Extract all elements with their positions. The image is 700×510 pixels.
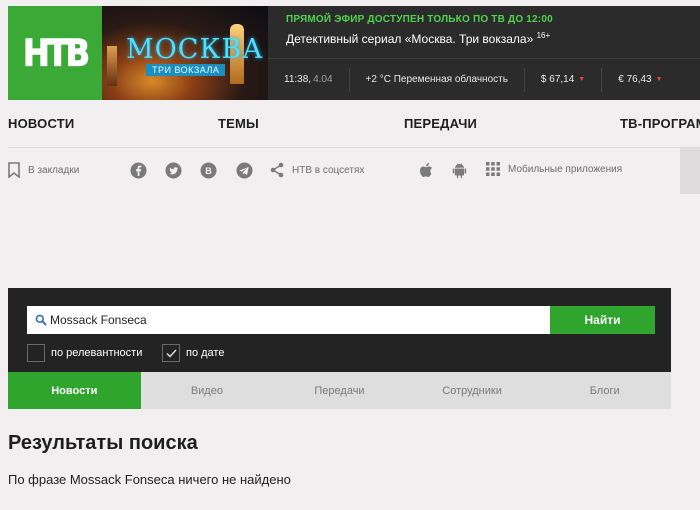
twitter-link[interactable] <box>165 162 182 179</box>
ntv-social-link[interactable]: НТВ в соцсетях <box>270 162 364 178</box>
mobile-apps-link[interactable]: Мобильные приложения <box>486 162 622 176</box>
facebook-link[interactable] <box>130 162 147 179</box>
datetime: 11:38, 4.04 <box>268 67 350 92</box>
search-icon <box>35 314 47 326</box>
grid-icon <box>486 162 500 176</box>
twitter-icon <box>165 162 182 179</box>
live-show: Детективный сериал «Москва. Три вокзала»… <box>286 31 553 46</box>
telegram-icon <box>236 162 253 179</box>
search-button[interactable]: Найти <box>550 306 655 334</box>
time: 11:38, <box>284 74 312 85</box>
info-bar: 11:38, 4.04 +2 °C Переменная облачность … <box>268 58 700 100</box>
tab-video[interactable]: Видео <box>141 372 274 409</box>
social-row: В закладки В НТВ в соцсетях Мобильные пр… <box>8 150 680 194</box>
eur-text: € 76,43 <box>618 74 652 85</box>
usd-text: $ 67,14 <box>540 74 575 85</box>
promo-title: МОСКВА <box>126 34 264 65</box>
live-show-title: Детективный сериал «Москва. Три вокзала» <box>286 32 534 46</box>
option-relevance[interactable]: по релевантности <box>27 344 142 362</box>
usd-down-icon: ▼ <box>578 76 586 83</box>
apple-icon <box>420 163 432 177</box>
tab-news[interactable]: Новости <box>8 372 141 409</box>
eur-down-icon: ▼ <box>655 76 663 83</box>
live-block[interactable]: ПРЯМОЙ ЭФИР ДОСТУПЕН ТОЛЬКО ПО ТВ ДО 12:… <box>286 14 553 46</box>
check-icon <box>165 348 177 358</box>
result-tabs: Новости Видео Передачи Сотрудники Блоги <box>8 372 671 409</box>
tab-shows[interactable]: Передачи <box>273 372 406 409</box>
facebook-icon <box>130 162 147 179</box>
apple-app-link[interactable] <box>418 162 433 179</box>
age-rating: 16+ <box>536 31 551 40</box>
date-checkbox[interactable] <box>162 344 180 362</box>
share-icon <box>270 162 284 178</box>
site-header: НТВ МОСКВА ТРИ ВОКЗАЛА ПРЯМОЙ ЭФИР ДОСТУ… <box>8 6 700 100</box>
ntv-social-label: НТВ в соцсетях <box>292 164 365 176</box>
mobile-apps-label: Мобильные приложения <box>508 163 623 175</box>
results-title: Результаты поиска <box>8 432 198 454</box>
nav-tv-program[interactable]: ТВ-ПРОГРАММА <box>620 116 700 131</box>
nav-shows[interactable]: ПЕРЕДАЧИ <box>404 116 477 131</box>
vk-icon: В <box>200 162 217 179</box>
weather-text: +2 °C Переменная облачность <box>365 74 508 85</box>
live-label: ПРЯМОЙ ЭФИР ДОСТУПЕН ТОЛЬКО ПО ТВ ДО 12:… <box>286 14 553 25</box>
bookmark-icon <box>8 162 20 178</box>
vk-link[interactable]: В <box>200 162 217 179</box>
option-date[interactable]: по дате <box>162 344 224 362</box>
android-app-link[interactable] <box>452 162 467 179</box>
relevance-checkbox[interactable] <box>27 344 45 362</box>
bookmarks-link[interactable]: В закладки <box>8 162 79 178</box>
date-label: по дате <box>186 347 225 359</box>
promo-building <box>107 46 117 86</box>
nav-news[interactable]: НОВОСТИ <box>8 116 74 131</box>
weather[interactable]: +2 °C Переменная облачность <box>350 67 525 92</box>
main-nav: НОВОСТИ ТЕМЫ ПЕРЕДАЧИ ТВ-ПРОГРАММА <box>8 100 700 148</box>
search-panel: Найти по релевантности по дате <box>8 288 671 372</box>
promo-subtitle: ТРИ ВОКЗАЛА <box>146 64 226 76</box>
date: 4.04 <box>313 74 333 85</box>
results-message: По фразе Mossack Fonseca ничего не найде… <box>8 472 291 487</box>
android-icon <box>452 162 467 179</box>
search-input[interactable] <box>50 313 520 327</box>
usd-rate[interactable]: $ 67,14 ▼ <box>525 67 603 92</box>
svg-text:В: В <box>205 166 212 176</box>
nav-topics[interactable]: ТЕМЫ <box>218 116 259 131</box>
logo-text: НТВ <box>23 31 91 76</box>
ntv-logo[interactable]: НТВ <box>8 6 102 100</box>
relevance-label: по релевантности <box>51 347 143 359</box>
tab-blogs[interactable]: Блоги <box>538 372 671 409</box>
side-panel-edge <box>680 148 700 194</box>
telegram-link[interactable] <box>236 162 253 179</box>
eur-rate[interactable]: € 76,43 ▼ <box>602 68 678 92</box>
search-box[interactable] <box>27 306 550 334</box>
tab-staff[interactable]: Сотрудники <box>406 372 539 409</box>
bookmarks-label: В закладки <box>28 164 80 176</box>
promo-banner[interactable]: МОСКВА ТРИ ВОКЗАЛА <box>102 6 268 100</box>
